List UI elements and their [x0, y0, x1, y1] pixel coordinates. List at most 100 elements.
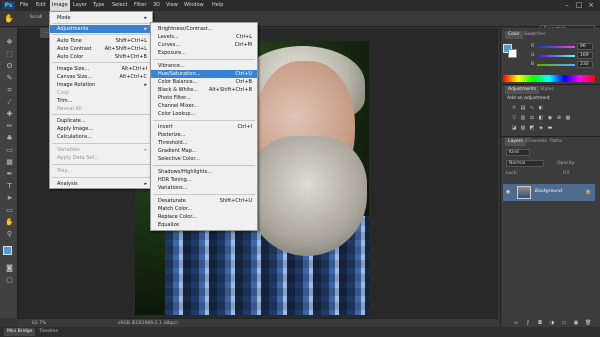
- black-white-icon[interactable]: ◧: [538, 115, 544, 121]
- adj-replace-color[interactable]: Replace Color...: [151, 213, 257, 221]
- brightness-contrast-icon[interactable]: ☼: [511, 105, 517, 111]
- selective-color-icon[interactable]: ◈: [538, 125, 544, 131]
- hand-tool-icon[interactable]: ✋: [4, 14, 14, 24]
- channel-mixer-icon[interactable]: ⊕: [556, 115, 562, 121]
- move-tool-icon[interactable]: ✥: [5, 38, 14, 47]
- image-menu-analysis[interactable]: Analysis ▸: [50, 180, 152, 188]
- shape-tool-icon[interactable]: ▭: [5, 206, 14, 215]
- posterize-icon[interactable]: ▧: [520, 125, 526, 131]
- layer-style-icon[interactable]: ƒ: [525, 320, 531, 326]
- menu-image[interactable]: Image: [50, 0, 70, 11]
- new-group-icon[interactable]: ▭: [561, 320, 567, 326]
- invert-icon[interactable]: ◪: [511, 125, 517, 131]
- tab-swatches[interactable]: Swatches: [521, 31, 549, 39]
- pen-tool-icon[interactable]: ✒: [5, 170, 14, 179]
- new-layer-icon[interactable]: ▣: [573, 320, 579, 326]
- tab-styles[interactable]: Styles: [537, 86, 557, 94]
- adj-equalize[interactable]: Equalize: [151, 221, 257, 229]
- brush-tool-icon[interactable]: ✏: [5, 122, 14, 131]
- screen-mode-icon[interactable]: ▢: [5, 276, 14, 285]
- image-menu-duplicate[interactable]: Duplicate...: [50, 117, 152, 125]
- menu-select[interactable]: Select: [112, 0, 127, 11]
- menu-3d[interactable]: 3D: [153, 0, 160, 11]
- tab-adjustments[interactable]: Adjustments: [505, 86, 540, 94]
- gradient-tool-icon[interactable]: ▦: [5, 158, 14, 167]
- image-menu-variables[interactable]: Variables ▸: [50, 146, 152, 154]
- image-menu-calculations[interactable]: Calculations...: [50, 133, 152, 141]
- menu-view[interactable]: View: [166, 0, 178, 11]
- quick-selection-tool-icon[interactable]: ✎: [5, 74, 14, 83]
- healing-brush-tool-icon[interactable]: ✚: [5, 110, 14, 119]
- adj-levels[interactable]: Levels... Ctrl+L: [151, 33, 257, 41]
- new-adjustment-layer-icon[interactable]: ◑: [549, 320, 555, 326]
- marquee-tool-icon[interactable]: ⬚: [5, 50, 14, 59]
- minimize-button[interactable]: –: [562, 1, 572, 9]
- adj-match-color[interactable]: Match Color...: [151, 205, 257, 213]
- adj-invert[interactable]: Invert Ctrl+I: [151, 123, 257, 131]
- menu-type[interactable]: Type: [93, 0, 104, 11]
- maximize-button[interactable]: □: [574, 1, 584, 9]
- image-menu-reveal-all[interactable]: Reveal All: [50, 105, 152, 113]
- zoom-tool-icon[interactable]: ⚲: [5, 230, 14, 239]
- adj-shadows-highlights[interactable]: Shadows/Highlights...: [151, 168, 257, 176]
- image-menu-trap[interactable]: Trap...: [50, 167, 152, 175]
- eraser-tool-icon[interactable]: ▭: [5, 146, 14, 155]
- threshold-icon[interactable]: ◩: [529, 125, 535, 131]
- image-menu-apply-image[interactable]: Apply Image...: [50, 125, 152, 133]
- exposure-icon[interactable]: ◐: [538, 105, 544, 111]
- image-menu-image-size[interactable]: Image Size... Alt+Ctrl+I: [50, 65, 152, 73]
- vibrance-icon[interactable]: ▽: [511, 115, 517, 121]
- adj-desaturate[interactable]: Desaturate Shift+Ctrl+U: [151, 197, 257, 205]
- curves-icon[interactable]: ∿: [529, 105, 535, 111]
- color-panel-background-swatch[interactable]: [508, 49, 517, 58]
- adj-threshold[interactable]: Threshold...: [151, 139, 257, 147]
- type-tool-icon[interactable]: T: [5, 182, 14, 191]
- menu-window[interactable]: Window: [184, 0, 204, 11]
- menu-edit[interactable]: Edit: [36, 0, 46, 11]
- layer-name[interactable]: Background: [535, 189, 562, 194]
- close-button[interactable]: ×: [586, 1, 596, 9]
- clone-stamp-tool-icon[interactable]: ♣: [5, 134, 14, 143]
- layer-row-background[interactable]: ◉ Background 🔒: [503, 184, 595, 201]
- eyedropper-tool-icon[interactable]: ⁄: [5, 98, 14, 107]
- color-lookup-icon[interactable]: ▦: [565, 115, 571, 121]
- hand-tool-icon-2[interactable]: ✋: [5, 218, 14, 227]
- image-menu-auto-color[interactable]: Auto Color Shift+Ctrl+B: [50, 53, 152, 61]
- crop-tool-icon[interactable]: ⌗: [5, 86, 14, 95]
- image-menu-image-rotation[interactable]: Image Rotation ▸: [50, 81, 152, 89]
- adj-channel-mixer[interactable]: Channel Mixer...: [151, 102, 257, 110]
- image-menu-canvas-size[interactable]: Canvas Size... Alt+Ctrl+C: [50, 73, 152, 81]
- color-balance-icon[interactable]: ⚖: [529, 115, 535, 121]
- link-layers-icon[interactable]: ∞: [513, 320, 519, 326]
- photo-filter-icon[interactable]: ◉: [547, 115, 553, 121]
- quick-mask-icon[interactable]: ◙: [5, 264, 14, 273]
- hue-saturation-icon[interactable]: ▥: [520, 115, 526, 121]
- menu-layer[interactable]: Layer: [73, 0, 87, 11]
- image-menu-trim[interactable]: Trim...: [50, 97, 152, 105]
- adj-posterize[interactable]: Posterize...: [151, 131, 257, 139]
- adj-gradient-map[interactable]: Gradient Map...: [151, 147, 257, 155]
- image-menu-mode[interactable]: Mode ▸: [50, 14, 152, 22]
- adj-vibrance[interactable]: Vibrance...: [151, 62, 257, 70]
- image-menu-apply-data-set[interactable]: Apply Data Set...: [50, 154, 152, 162]
- gradient-map-icon[interactable]: ▬: [547, 125, 553, 131]
- layer-visibility-eye-icon[interactable]: ◉: [506, 189, 512, 195]
- blend-mode-select[interactable]: Normal: [506, 160, 544, 167]
- adj-brightness-contrast[interactable]: Brightness/Contrast...: [151, 25, 257, 33]
- path-selection-tool-icon[interactable]: ➤: [5, 194, 14, 203]
- menu-file[interactable]: File: [20, 0, 28, 11]
- image-menu-adjustments[interactable]: Adjustments ▸: [50, 25, 152, 33]
- lasso-tool-icon[interactable]: ʘ: [5, 62, 14, 71]
- adj-curves[interactable]: Curves... Ctrl+M: [151, 41, 257, 49]
- tab-channels[interactable]: Channels: [523, 138, 550, 146]
- add-mask-icon[interactable]: ◘: [537, 320, 543, 326]
- adj-color-lookup[interactable]: Color Lookup...: [151, 110, 257, 118]
- menu-help[interactable]: Help: [212, 0, 223, 11]
- tab-mini-bridge[interactable]: Mini Bridge: [4, 328, 36, 336]
- color-spectrum-ramp[interactable]: [503, 75, 595, 82]
- adj-variations[interactable]: Variations...: [151, 184, 257, 192]
- adj-hdr-toning[interactable]: HDR Toning...: [151, 176, 257, 184]
- scroll-all-windows-option[interactable]: Scroll: [30, 15, 42, 20]
- layer-filter-kind[interactable]: Kind: [506, 149, 530, 156]
- delete-layer-icon[interactable]: 🗑: [585, 320, 591, 326]
